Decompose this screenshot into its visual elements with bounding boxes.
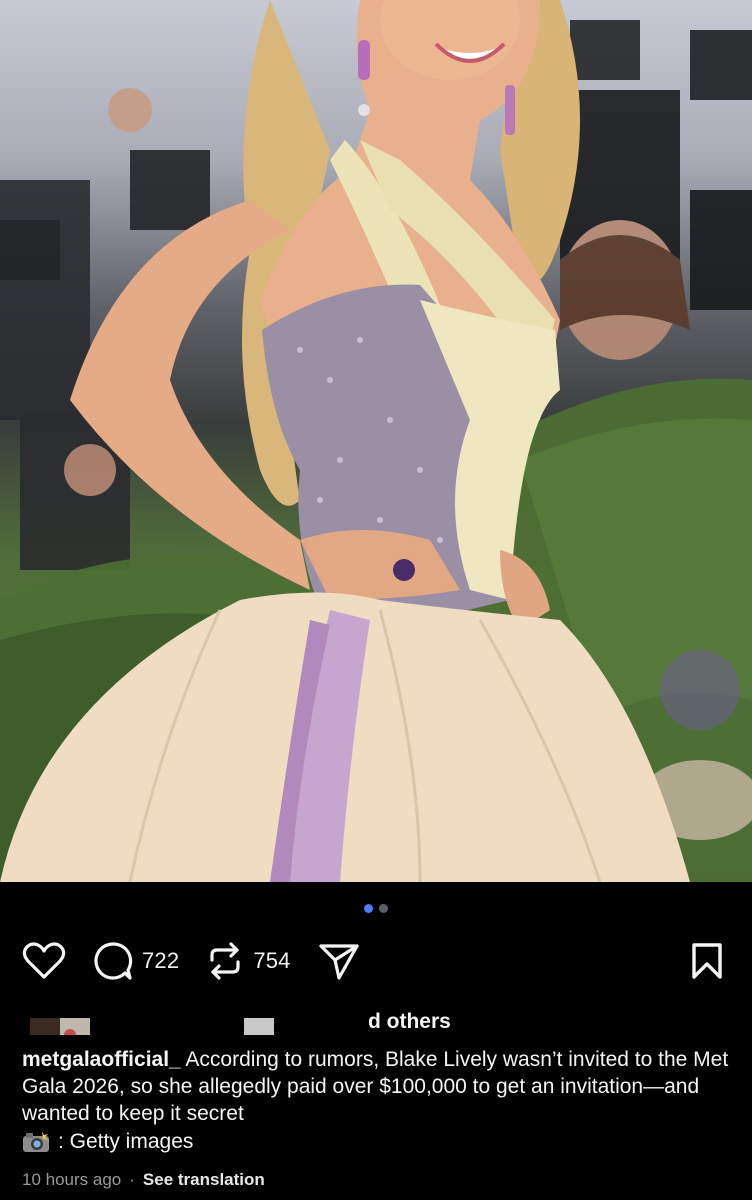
meta-separator: · [129, 1170, 135, 1189]
like-button[interactable] [22, 941, 66, 981]
photo-credit: : Getty images [22, 1130, 193, 1154]
comment-count: 722 [142, 948, 180, 973]
repost-button[interactable]: 754 [205, 940, 290, 982]
bookmark-icon [692, 943, 722, 979]
avatar [30, 1018, 60, 1035]
liked-by-others[interactable]: d others [368, 1010, 451, 1034]
camera-emoji-icon [23, 1131, 49, 1152]
share-button[interactable] [317, 940, 361, 982]
carousel-dot [379, 904, 388, 913]
repost-count: 754 [253, 948, 291, 973]
liked-by[interactable]: d others [22, 1010, 730, 1036]
caption-username[interactable]: metgalaofficial_ [22, 1048, 181, 1071]
comment-button[interactable]: 722 [92, 940, 179, 982]
post-caption: metgalaofficial_ According to rumors, Bl… [22, 1046, 734, 1127]
carousel-dot-active [364, 904, 373, 913]
credit-text: : Getty images [58, 1130, 194, 1153]
redacted-username [244, 1018, 274, 1035]
avatar [60, 1018, 90, 1035]
see-translation-link[interactable]: See translation [143, 1170, 265, 1189]
post-time: 10 hours ago [22, 1170, 122, 1189]
repost-icon [210, 942, 240, 980]
heart-icon [22, 942, 66, 979]
send-icon [319, 944, 359, 980]
post-meta: 10 hours ago · See translation [22, 1170, 265, 1190]
post-actions: 722 754 [22, 938, 730, 984]
post-photo[interactable] [0, 0, 752, 882]
save-button[interactable] [690, 942, 724, 985]
comment-bubble-icon [94, 942, 133, 980]
carousel-indicator [0, 904, 752, 913]
